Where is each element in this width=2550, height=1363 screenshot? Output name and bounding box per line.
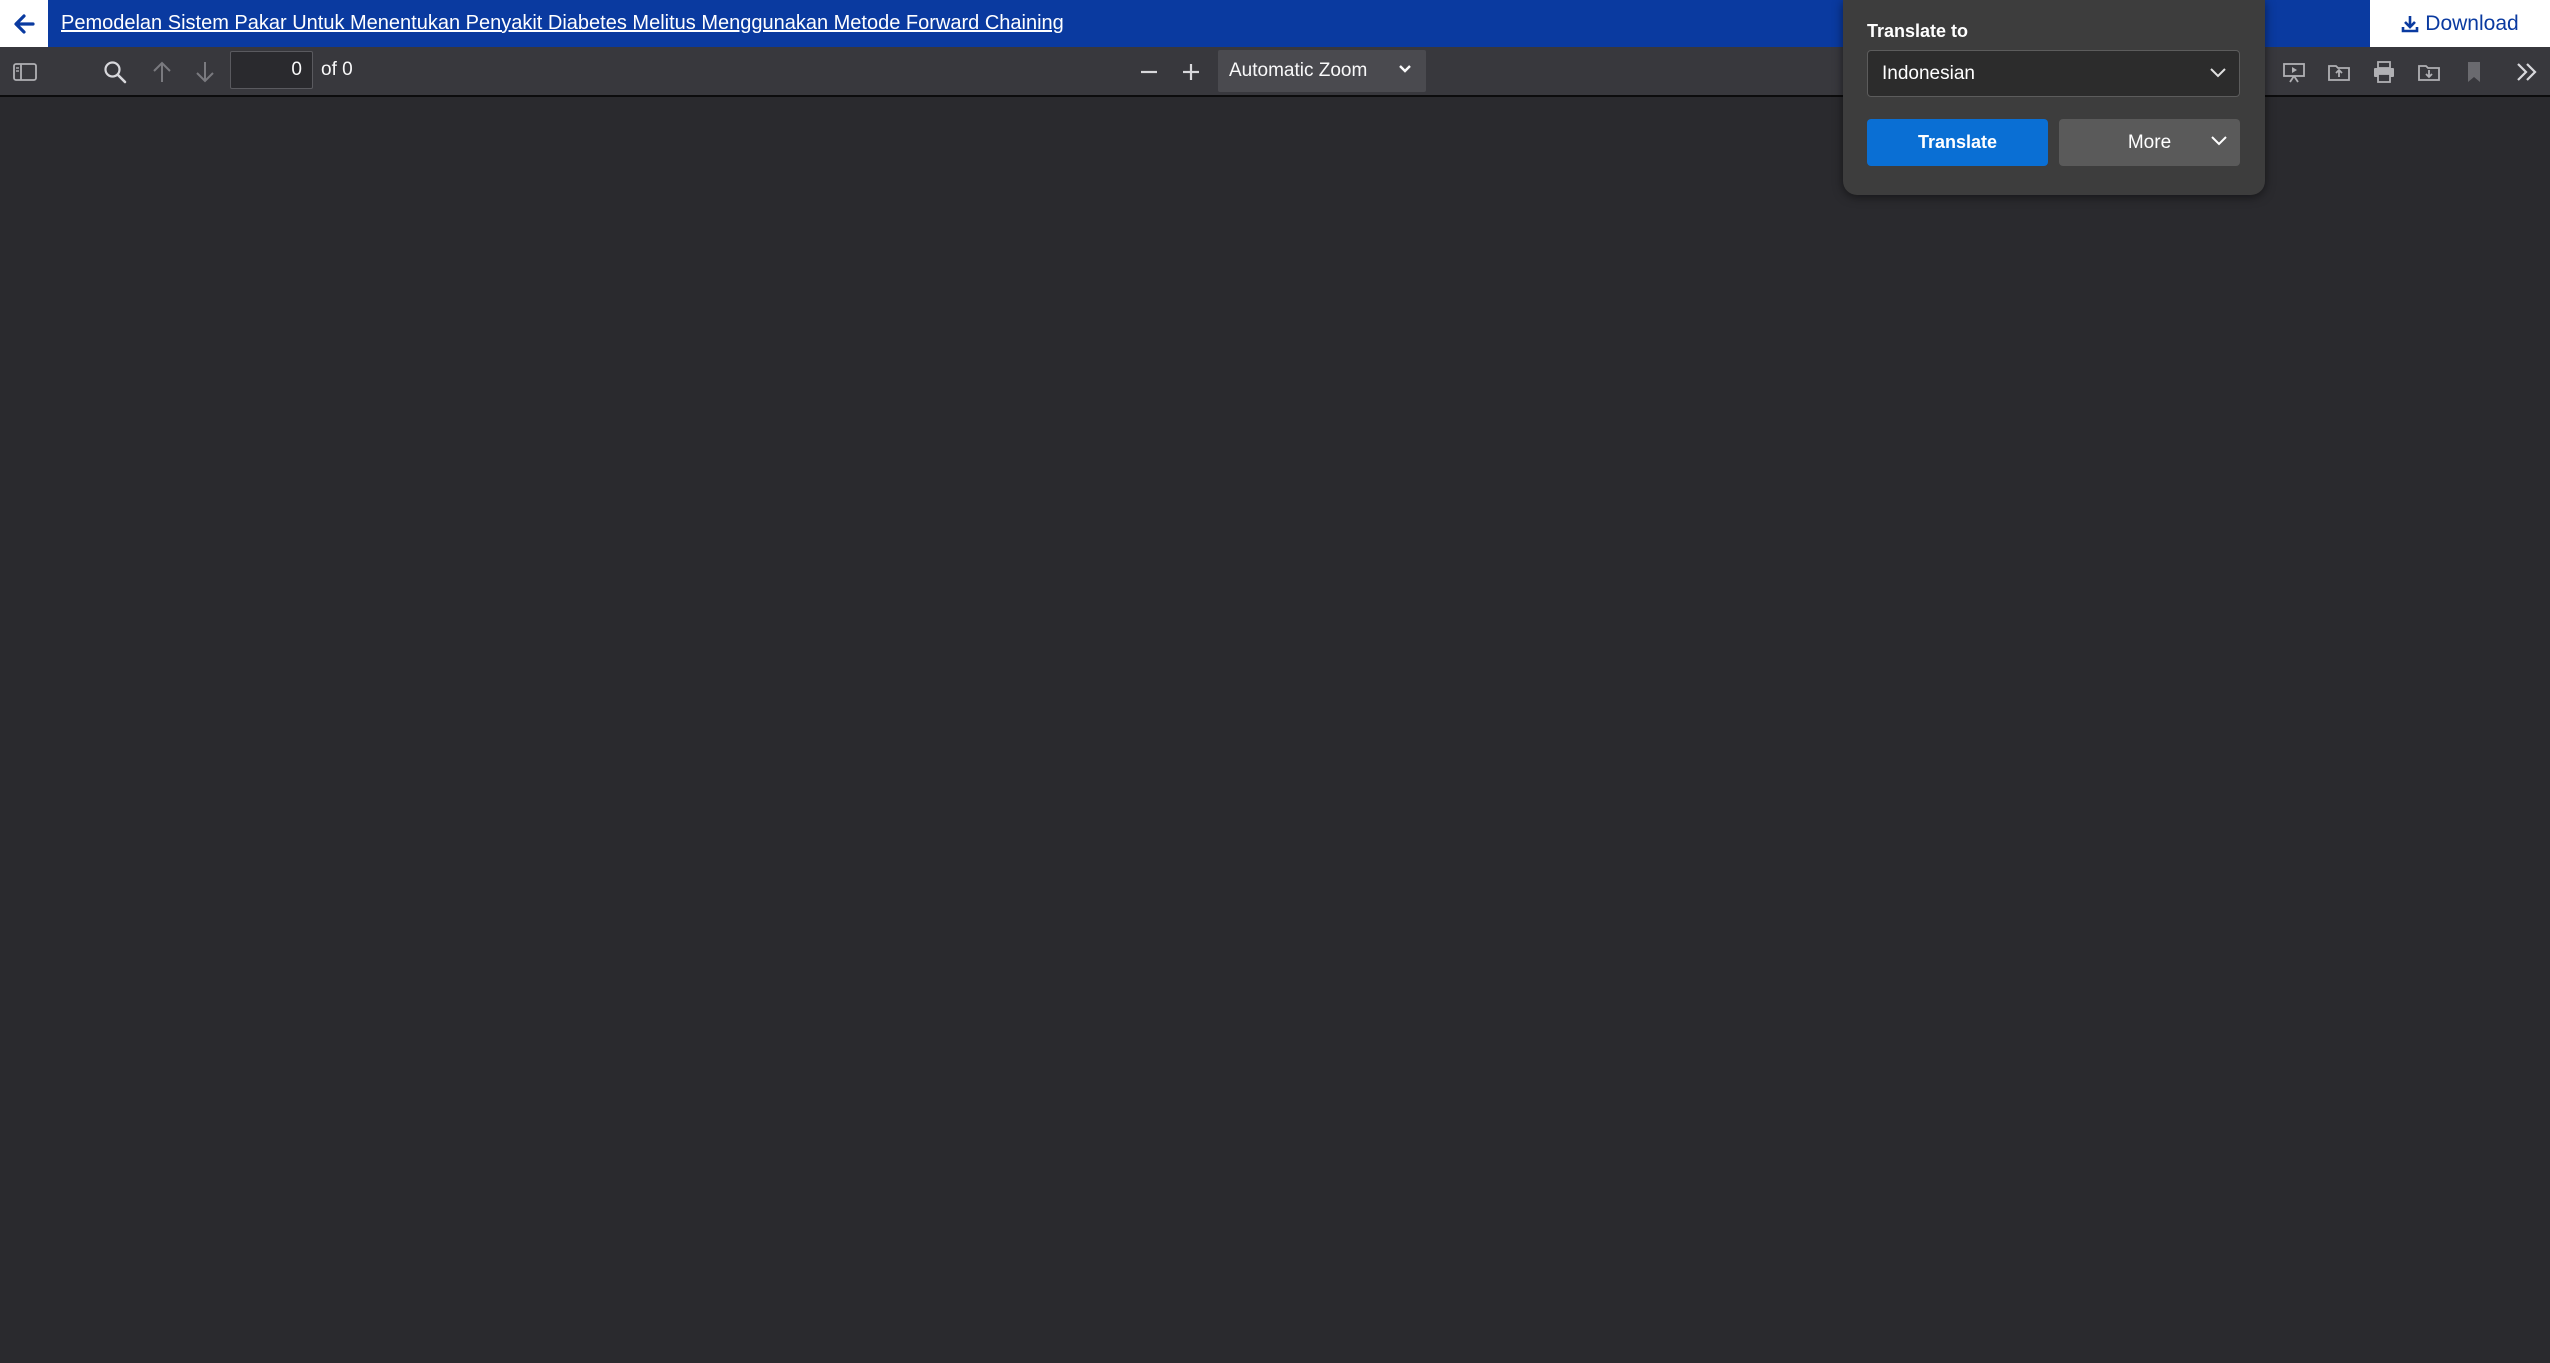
presentation-mode-button[interactable] — [2277, 55, 2311, 89]
page-count: of 0 — [321, 59, 353, 80]
sidebar-toggle-button[interactable] — [8, 55, 42, 89]
previous-page-button[interactable] — [145, 55, 179, 89]
target-language-select[interactable]: Indonesian — [1867, 50, 2240, 97]
double-chevron-right-icon — [2517, 63, 2537, 81]
print-button[interactable] — [2367, 55, 2401, 89]
next-page-button[interactable] — [188, 55, 222, 89]
zoom-out-button[interactable] — [1132, 55, 1166, 89]
more-options-button[interactable]: More — [2059, 119, 2240, 166]
chevron-down-icon — [2210, 68, 2226, 78]
presentation-icon — [2283, 63, 2305, 83]
download-icon — [2401, 15, 2419, 32]
more-label: More — [2127, 131, 2172, 153]
target-language-value: Indonesian — [1882, 62, 1975, 84]
print-icon — [2374, 61, 2394, 83]
save-icon — [2418, 65, 2440, 81]
arrow-down-icon — [196, 62, 214, 83]
plus-icon — [1183, 64, 1199, 80]
zoom-in-button[interactable] — [1174, 55, 1208, 89]
open-file-button[interactable] — [2322, 55, 2356, 89]
zoom-select[interactable]: Automatic Zoom — [1218, 50, 1426, 92]
search-icon — [104, 61, 127, 84]
chevron-down-icon — [1399, 65, 1411, 73]
bookmark-icon — [2468, 62, 2480, 82]
back-button[interactable] — [0, 0, 48, 47]
open-file-icon — [2328, 65, 2350, 81]
find-button[interactable] — [98, 55, 132, 89]
translate-button[interactable]: Translate — [1867, 119, 2048, 166]
tools-button[interactable] — [2510, 55, 2544, 89]
arrow-left-icon — [14, 13, 35, 34]
zoom-select-value: Automatic Zoom — [1229, 60, 1368, 81]
save-button[interactable] — [2412, 55, 2446, 89]
minus-icon — [1141, 70, 1157, 74]
sidebar-toggle-icon — [13, 63, 37, 81]
chevron-down-icon — [2211, 136, 2227, 146]
arrow-up-icon — [153, 61, 171, 82]
translate-to-label: Translate to — [1867, 21, 1969, 41]
page-number-input[interactable] — [230, 51, 313, 89]
document-viewer[interactable] — [0, 99, 2550, 1363]
document-title-link[interactable]: Pemodelan Sistem Pakar Untuk Menentukan … — [61, 12, 1064, 35]
bookmark-button[interactable] — [2457, 55, 2491, 89]
download-button[interactable]: Download — [2370, 0, 2550, 47]
translate-popup: Translate to Indonesian Translate More — [1843, 0, 2265, 195]
download-label: Download — [2425, 11, 2519, 35]
